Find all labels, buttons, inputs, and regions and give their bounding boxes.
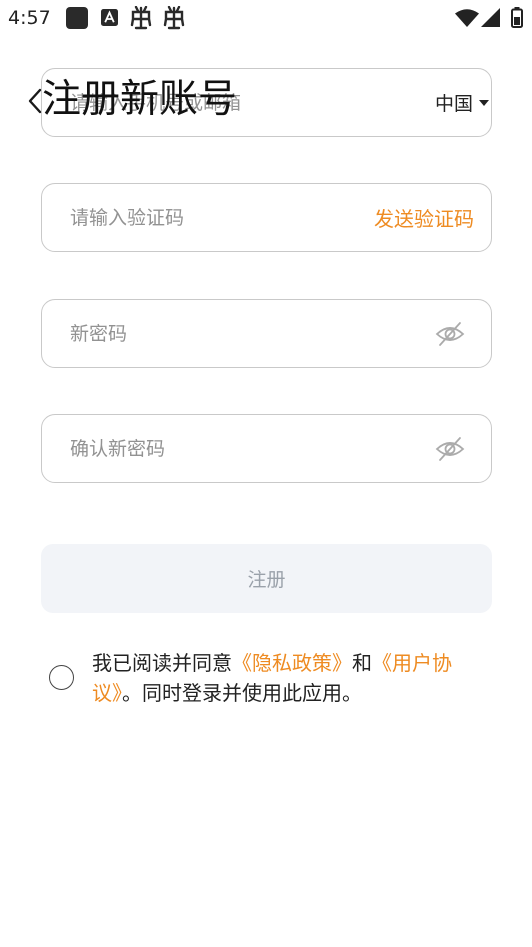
debug-bug-icon xyxy=(163,6,185,30)
app-a-icon xyxy=(101,9,118,26)
page-title: 注册新账号 xyxy=(42,77,238,122)
battery-icon xyxy=(511,7,523,28)
agreement-prefix: 我已阅读并同意 xyxy=(92,651,232,675)
privacy-policy-link[interactable]: 《隐私政策》 xyxy=(232,651,352,675)
chevron-left-icon xyxy=(28,88,42,114)
agreement-suffix: 。同时登录并使用此应用。 xyxy=(122,681,362,705)
notification-square-icon xyxy=(66,7,88,29)
send-code-button[interactable]: 发送验证码 xyxy=(374,184,474,251)
verification-code-field: 发送验证码 xyxy=(41,183,492,252)
wifi-icon xyxy=(455,9,479,27)
eye-off-icon[interactable] xyxy=(435,436,465,462)
eye-off-icon[interactable] xyxy=(435,321,465,347)
agreement-text: 我已阅读并同意《隐私政策》和《用户协议》。同时登录并使用此应用。 xyxy=(92,648,466,708)
region-selector[interactable]: 中国 xyxy=(435,69,489,136)
status-time: 4:57 xyxy=(8,7,51,29)
agreement-checkbox[interactable] xyxy=(49,665,74,690)
region-label: 中国 xyxy=(434,93,473,115)
caret-down-icon xyxy=(479,99,489,106)
confirm-password-field xyxy=(41,414,492,483)
new-password-field xyxy=(41,299,492,368)
debug-bug-icon xyxy=(130,6,152,30)
new-password-input[interactable] xyxy=(70,300,390,367)
confirm-password-input[interactable] xyxy=(70,415,390,482)
cell-signal-icon xyxy=(481,8,500,27)
register-button[interactable]: 注册 xyxy=(41,544,492,613)
agreement-and: 和 xyxy=(352,651,372,675)
verification-code-input[interactable] xyxy=(70,184,350,251)
